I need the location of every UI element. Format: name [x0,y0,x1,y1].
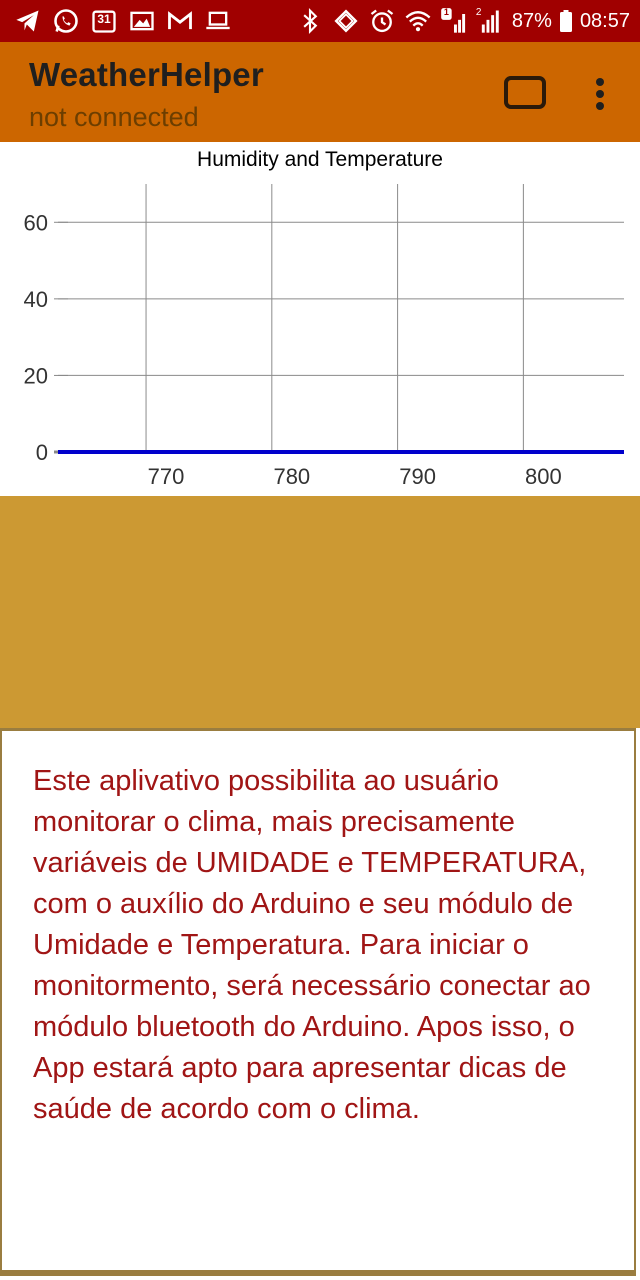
info-text: Este aplivativo possibilita ao usuário m… [33,765,591,1125]
humidity-temperature-chart: Humidity and Temperature 0 20 40 60 770 780 79… [0,142,640,496]
gallery-icon [128,7,156,35]
gmail-icon [166,7,194,35]
system-icons: 1 2 87% 08:57 [296,0,630,42]
x-tick-label: 800 [525,464,562,489]
y-tick-label: 20 [24,363,48,388]
battery-icon [559,10,572,32]
tips-panel [0,496,640,728]
connection-status: not connected [29,102,199,132]
x-tick-label: 790 [399,464,436,489]
y-tick-label: 40 [24,287,48,312]
x-tick-label: 770 [148,464,185,489]
alarm-icon [368,7,396,35]
signal-icon: 1 [440,7,468,35]
bluetooth-icon [296,7,324,35]
laptop-icon [204,7,232,35]
y-tick-label: 0 [36,440,48,465]
sim-badge-1: 1 [443,7,449,17]
connect-button[interactable] [500,74,550,114]
telegram-icon [14,7,42,35]
overflow-menu-button[interactable] [584,72,616,118]
chart-title: Humidity and Temperature [197,148,443,171]
battery-percent: 87% [511,9,552,32]
signal-icon: 2 [476,7,504,35]
calendar-day: 31 [97,12,111,26]
clock: 08:57 [579,9,630,32]
status-bar: 31 1 2 87% 08:57 [0,0,640,42]
wifi-icon [404,7,432,35]
sim-badge-2: 2 [475,7,482,18]
y-tick-label: 60 [24,210,48,235]
app-bar: WeatherHelper not connected [0,42,640,142]
connect-icon [504,76,546,109]
x-tick-label: 780 [273,464,310,489]
app-title: WeatherHelper [29,56,264,93]
calendar-icon: 31 [90,7,118,35]
rotation-icon [332,7,360,35]
chart-svg: Humidity and Temperature 0 20 40 60 770 780 79… [24,148,624,489]
notification-icons: 31 [14,0,232,42]
more-vert-icon [596,78,604,110]
info-box: Este aplivativo possibilita ao usuário m… [0,728,636,1276]
whatsapp-icon [52,7,80,35]
